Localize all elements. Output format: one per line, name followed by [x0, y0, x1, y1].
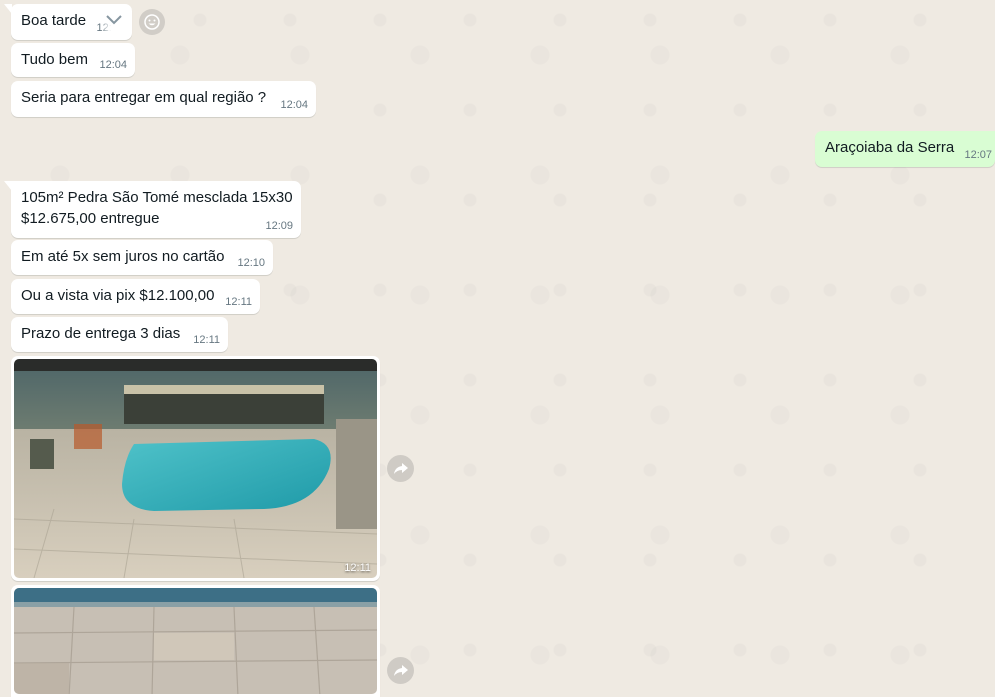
- message-text: Ou a vista via pix $12.100,00: [21, 287, 215, 304]
- message-time: 12:09: [265, 220, 293, 232]
- chat-panel: Boa tarde 12:04 Tudo bem 12:04 Seria par…: [0, 0, 995, 697]
- message-time: 12:10: [237, 257, 265, 269]
- message-text: Em até 5x sem juros no cartão: [21, 248, 225, 265]
- forward-icon[interactable]: [387, 455, 414, 482]
- message-time: 12:11: [193, 334, 220, 346]
- image-message[interactable]: 12:11: [11, 356, 380, 581]
- message-text: Boa tarde: [21, 12, 87, 29]
- forward-icon[interactable]: [387, 657, 414, 684]
- message-text: Seria para entregar em qual região ?: [21, 89, 267, 106]
- pool-photo[interactable]: 12:11: [14, 359, 377, 578]
- message-time: 12:11: [225, 296, 252, 308]
- message-text: Prazo de entrega 3 dias: [21, 325, 181, 342]
- message-bubble-incoming[interactable]: Seria para entregar em qual região ? 12:…: [11, 81, 316, 117]
- message-text: 105m² Pedra São Tomé mesclada 15x30 $12.…: [21, 189, 293, 227]
- message-bubble-incoming[interactable]: Prazo de entrega 3 dias 12:11: [11, 317, 228, 352]
- message-time: 12:11: [344, 562, 371, 574]
- message-text: Tudo bem: [21, 51, 88, 68]
- message-bubble-incoming[interactable]: Ou a vista via pix $12.100,00 12:11: [11, 279, 260, 314]
- message-bubble-incoming[interactable]: Tudo bem 12:04: [11, 43, 135, 77]
- image-message[interactable]: [11, 585, 380, 697]
- chevron-down-icon[interactable]: [100, 8, 128, 32]
- stone-pavers-photo[interactable]: [14, 588, 377, 694]
- message-bubble-incoming[interactable]: Em até 5x sem juros no cartão 12:10: [11, 240, 273, 275]
- message-time: 12:04: [99, 59, 127, 71]
- emoji-icon[interactable]: [139, 9, 165, 35]
- message-bubble-outgoing[interactable]: Araçoiaba da Serra 12:07: [815, 131, 995, 167]
- message-bubble-incoming[interactable]: 105m² Pedra São Tomé mesclada 15x30 $12.…: [4, 181, 301, 238]
- message-text: Araçoiaba da Serra: [825, 139, 955, 156]
- message-bubble-incoming[interactable]: Boa tarde 12:04: [4, 4, 132, 40]
- message-time: 12:04: [280, 99, 308, 111]
- message-time: 12:07: [964, 149, 992, 161]
